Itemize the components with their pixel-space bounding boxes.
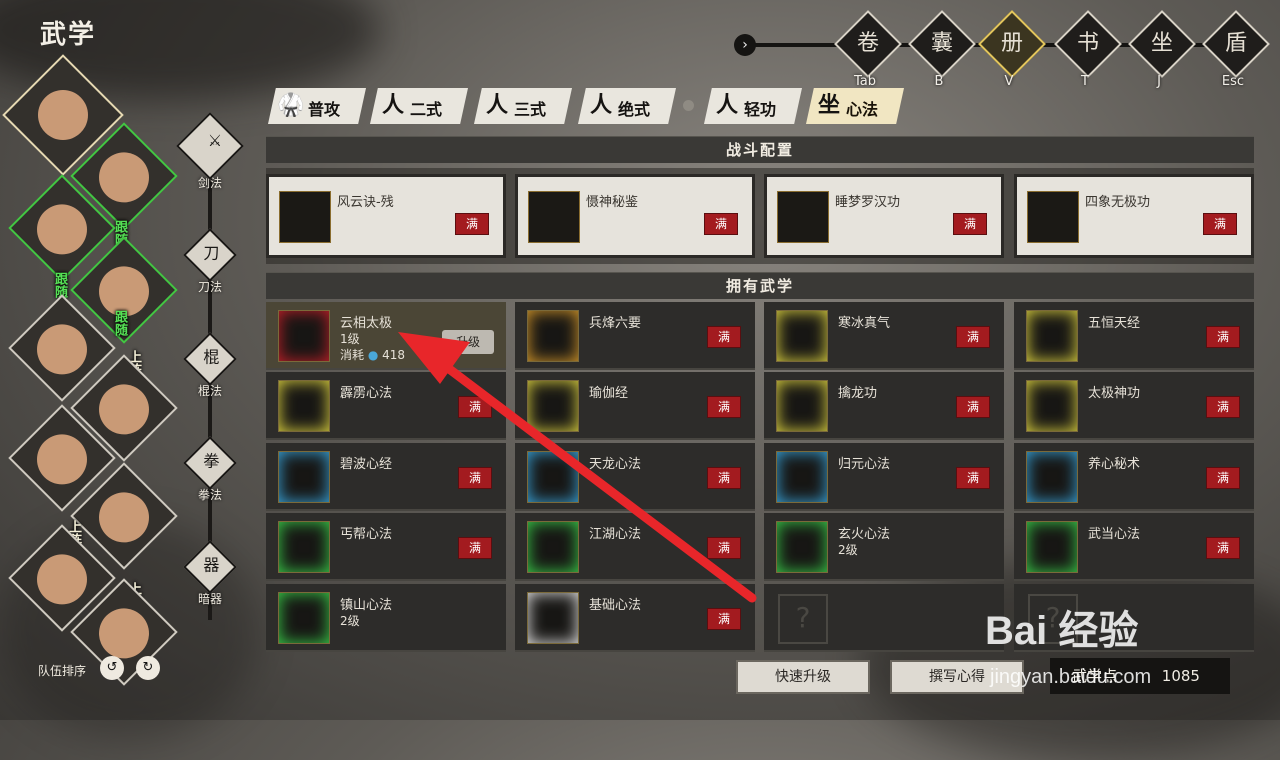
watermark-logo: Bai 经验 xyxy=(985,609,1139,653)
watermark-url: jingyan.baidu.com xyxy=(990,666,1152,688)
